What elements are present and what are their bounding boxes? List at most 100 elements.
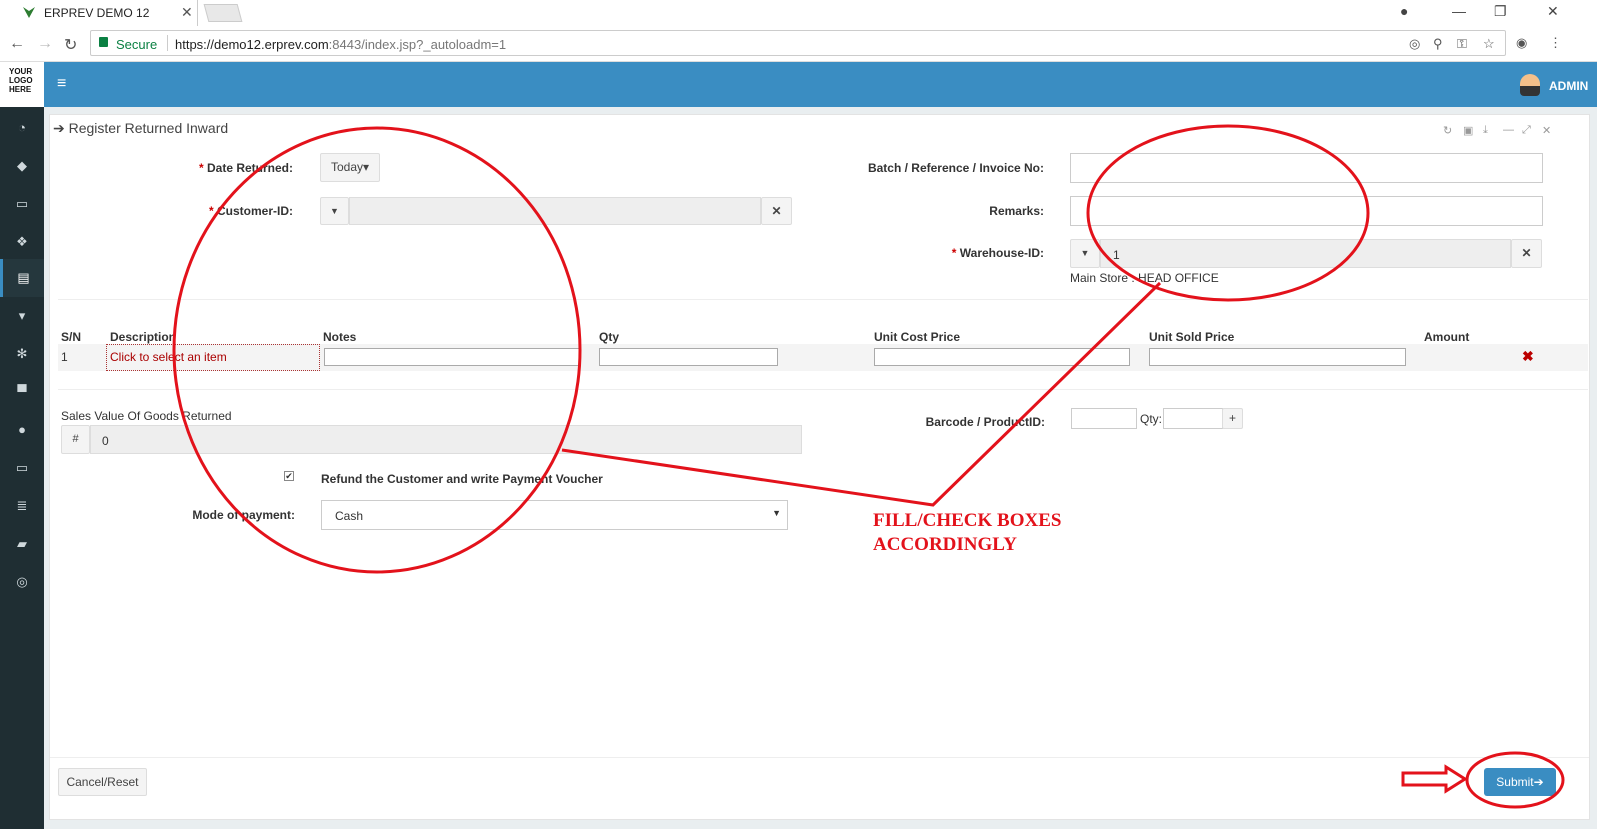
- annotation-line-2: ACCORDINGLY: [873, 534, 1017, 555]
- item-select-text: Click to select an item: [110, 350, 227, 364]
- barcode-qty-input[interactable]: [1163, 408, 1223, 429]
- date-returned-label-text: Date Returned:: [206, 161, 293, 175]
- warehouse-id-clear-button[interactable]: ✕: [1511, 239, 1542, 268]
- tag-icon[interactable]: ◆: [0, 147, 44, 185]
- logo-text: YOUR LOGO HERE: [9, 67, 33, 94]
- logo: YOUR LOGO HERE: [0, 62, 44, 107]
- close-tab-icon[interactable]: ✕: [181, 4, 193, 21]
- refresh-icon[interactable]: ↻: [1443, 124, 1452, 137]
- snowflake-icon[interactable]: ✻: [0, 335, 44, 373]
- refund-checkbox[interactable]: ✔: [284, 471, 294, 481]
- hamburger-menu-icon[interactable]: ≡: [57, 75, 66, 93]
- notes-input[interactable]: [324, 348, 580, 366]
- cancel-reset-button[interactable]: Cancel/Reset: [58, 768, 147, 796]
- annotation-line-1: FILL/CHECK BOXES: [873, 510, 1062, 531]
- warehouse-id-dropdown-button[interactable]: ▼: [1070, 239, 1100, 268]
- barcode-qty-label: Qty:: [1140, 412, 1163, 426]
- batch-reference-label: Batch / Reference / Invoice No:: [867, 161, 1044, 175]
- cubes-icon[interactable]: ❖: [0, 223, 44, 261]
- list-circle-icon[interactable]: ●: [0, 411, 44, 449]
- add-barcode-button[interactable]: +: [1222, 408, 1243, 429]
- col-header-amount: Amount: [1424, 330, 1470, 344]
- warehouse-id-label-text: Warehouse-ID:: [959, 246, 1044, 260]
- minimize-icon[interactable]: —: [1452, 3, 1466, 19]
- address-row: ← → ↻ Secure https://demo12.erprev.com:8…: [0, 26, 1597, 62]
- lifering-icon[interactable]: ◎: [0, 563, 44, 601]
- erprev-favicon-icon: [23, 7, 35, 18]
- download-icon[interactable]: ⤓: [1483, 124, 1488, 137]
- remove-row-icon[interactable]: ✖: [1522, 348, 1534, 365]
- times-icon: ✕: [1521, 246, 1532, 260]
- qty-input[interactable]: [599, 348, 778, 366]
- divider: [167, 35, 168, 51]
- browser-tab[interactable]: ERPREV DEMO 12 ✕: [0, 0, 198, 26]
- caret-down-icon: ▼: [1080, 248, 1090, 258]
- url-text: https://demo12.erprev.com:8443/index.jsp…: [175, 37, 506, 52]
- date-returned-value: Today: [330, 160, 363, 174]
- unit-sold-price-input[interactable]: [1149, 348, 1406, 366]
- warehouse-id-field[interactable]: 1: [1100, 239, 1511, 268]
- bucket-icon[interactable]: ▾: [0, 297, 44, 335]
- item-select-cell[interactable]: Click to select an item: [106, 344, 320, 371]
- submit-label: Submit: [1496, 775, 1534, 789]
- refund-label: Refund the Customer and write Payment Vo…: [321, 472, 603, 486]
- database-icon[interactable]: ≣: [0, 487, 44, 525]
- customer-id-field[interactable]: [349, 197, 761, 225]
- date-returned-dropdown[interactable]: Today▾: [320, 153, 380, 182]
- extension-icon[interactable]: ◉: [1516, 35, 1527, 51]
- sales-value-field: 0: [90, 425, 802, 454]
- divider: [58, 299, 1588, 300]
- close-window-icon[interactable]: ✕: [1547, 3, 1559, 20]
- caret-down-icon: ▾: [363, 160, 370, 174]
- restore-icon[interactable]: ❐: [1494, 3, 1507, 20]
- hash-addon: #: [61, 425, 90, 454]
- barcode-input[interactable]: [1071, 408, 1137, 429]
- new-tab-button[interactable]: [203, 4, 243, 22]
- col-header-notes: Notes: [323, 330, 357, 344]
- print-icon[interactable]: ▣: [1463, 124, 1473, 137]
- remarks-textarea[interactable]: [1070, 196, 1543, 226]
- mode-of-payment-label: Mode of payment:: [192, 508, 295, 522]
- sidebar: ◔ ◆ ▭ ❖ ▤ ▾ ✻ ▀ ● ▭ ≣ ▰ ◎: [0, 107, 44, 829]
- reload-icon[interactable]: ↻: [64, 35, 77, 55]
- submit-button[interactable]: Submit➔: [1484, 768, 1556, 796]
- book-icon[interactable]: ▰: [0, 525, 44, 563]
- document-icon[interactable]: ▤: [0, 259, 44, 297]
- divider: [50, 757, 1589, 758]
- bookmark-star-icon[interactable]: ☆: [1483, 36, 1495, 52]
- date-returned-label: * Date Returned:: [198, 161, 293, 175]
- arrow-circle-right-icon: ➔: [1533, 775, 1544, 789]
- lock-icon: [99, 37, 108, 47]
- location-icon[interactable]: ◎: [1409, 36, 1420, 52]
- user-name[interactable]: ADMIN: [1549, 79, 1588, 93]
- customer-id-dropdown-button[interactable]: ▼: [320, 197, 349, 225]
- forward-icon[interactable]: →: [37, 35, 53, 53]
- unit-cost-price-input[interactable]: [874, 348, 1130, 366]
- account-icon[interactable]: ●: [1400, 3, 1408, 19]
- dashboard-icon[interactable]: ◔: [0, 109, 44, 147]
- url-host: https://demo12.erprev.com: [175, 37, 329, 52]
- mode-of-payment-select[interactable]: Cash ▼: [321, 500, 788, 530]
- customer-id-clear-button[interactable]: ✕: [761, 197, 792, 225]
- menu-icon[interactable]: ⋮: [1549, 35, 1562, 51]
- cart-icon[interactable]: ▀: [0, 373, 44, 411]
- customer-id-label: * Customer-ID:: [208, 204, 293, 218]
- warehouse-description: Main Store : HEAD OFFICE: [1070, 271, 1219, 285]
- money-icon[interactable]: ▭: [0, 185, 44, 223]
- row-sn: 1: [61, 350, 68, 364]
- close-panel-icon[interactable]: ✕: [1542, 124, 1551, 137]
- zoom-icon[interactable]: ⚲: [1433, 36, 1443, 52]
- minimize-panel-icon[interactable]: —: [1503, 124, 1514, 136]
- monitor-icon[interactable]: ▭: [0, 449, 44, 487]
- sales-value: 0: [102, 434, 109, 448]
- batch-reference-input[interactable]: [1070, 153, 1543, 183]
- expand-icon[interactable]: ⤢: [1522, 124, 1531, 137]
- key-icon[interactable]: ⚿: [1457, 36, 1467, 52]
- app-header: [0, 62, 1597, 107]
- back-icon[interactable]: ←: [9, 35, 25, 53]
- caret-down-icon: ▼: [330, 206, 339, 216]
- warehouse-id-value: 1: [1113, 248, 1120, 262]
- address-bar[interactable]: Secure https://demo12.erprev.com:8443/in…: [90, 30, 1506, 56]
- avatar[interactable]: [1520, 74, 1540, 96]
- warehouse-id-label: * Warehouse-ID:: [951, 246, 1044, 260]
